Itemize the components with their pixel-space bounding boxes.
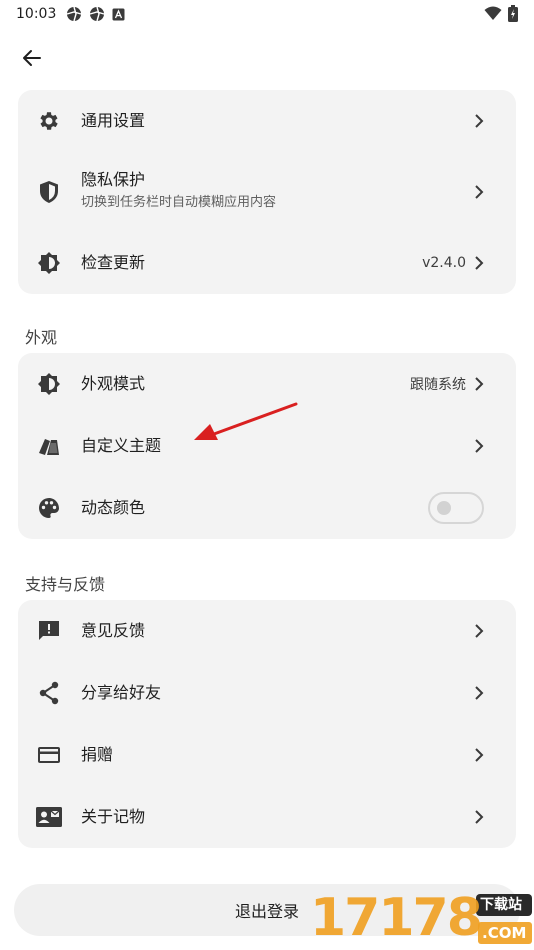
row-trailing [472,624,486,638]
annotation-arrow-icon [194,402,298,440]
battery-charging-icon [508,5,518,22]
chevron-right-icon [475,748,484,762]
row-trailing: 跟随系统 [410,374,486,394]
row-text: 自定义主题 [81,436,161,456]
row-trailing [472,185,486,199]
donate-item[interactable]: 捐赠 [18,724,516,786]
check-update-item[interactable]: 检查更新 v2.4.0 [18,232,516,294]
row-text: 捐赠 [81,745,113,765]
row-title: 意见反馈 [81,621,146,640]
logout-label: 退出登录 [234,902,299,921]
row-title: 通用设置 [81,111,146,130]
dynamic-color-toggle[interactable] [428,492,484,524]
row-subtitle: 切换到任务栏时自动模糊应用内容 [81,195,277,210]
aperture-icon [90,6,105,22]
row-trailing [472,686,486,700]
appearance-section-label: 外观 [25,328,58,347]
chevron-right-icon [475,686,484,700]
appearance-mode-value: 跟随系统 [410,377,466,393]
row-trailing [472,810,486,824]
status-notification-icons [66,6,125,22]
row-trailing: v2.4.0 [422,255,486,271]
brightness-icon [36,250,62,276]
cards-icon [36,433,62,459]
row-title: 捐赠 [81,745,114,764]
card-icon [36,742,62,768]
share-item[interactable]: 分享给好友 [18,662,516,724]
row-trailing [472,748,486,762]
row-trailing [472,114,486,128]
general-settings-item[interactable]: 通用设置 [18,90,516,152]
watermark-suffix: .COM [482,924,527,942]
row-title: 分享给好友 [81,683,162,702]
watermark-number: 17178 [310,888,483,948]
row-title: 自定义主题 [81,436,162,455]
app-notification-icon [112,8,125,20]
watermark-tag: 下载站 [480,897,522,913]
row-title: 外观模式 [81,374,146,393]
chevron-right-icon [475,114,484,128]
row-title: 检查更新 [81,253,146,272]
aperture-icon [67,6,82,22]
row-text: 外观模式 [81,374,145,394]
gear-icon [36,108,62,134]
wifi-icon [484,6,502,20]
shield-icon [36,179,62,205]
chevron-right-icon [475,377,484,391]
palette-icon [36,495,62,521]
chevron-right-icon [475,185,484,199]
privacy-protection-item[interactable]: 隐私保护 切换到任务栏时自动模糊应用内容 [18,162,516,222]
status-time: 10:03 [16,6,57,22]
row-title: 隐私保护 [81,170,146,189]
row-title: 关于记物 [81,807,146,826]
arrow-left-icon [23,50,41,66]
row-text: 动态颜色 [81,498,145,518]
appearance-card: 外观模式 跟随系统 自定义主题 动态颜色 [18,353,516,539]
row-text: 通用设置 [81,111,145,131]
watermark-logo: 17178 下载站 .COM [310,886,532,950]
toggle-knob [437,501,451,515]
row-text: 意见反馈 [81,621,145,641]
row-trailing [472,439,486,453]
share-icon [36,680,62,706]
feedback-icon [36,618,62,644]
chevron-right-icon [475,256,484,270]
support-card: 意见反馈 分享给好友 捐赠 关于记物 [18,600,516,848]
row-text: 检查更新 [81,253,145,273]
row-title: 动态颜色 [81,498,146,517]
status-system-icons [484,5,518,22]
dynamic-color-item[interactable]: 动态颜色 [18,477,516,539]
support-section-label: 支持与反馈 [25,575,106,594]
back-button[interactable] [14,40,50,76]
row-text: 分享给好友 [81,683,161,703]
row-text: 关于记物 [81,807,145,827]
brightness-icon [36,371,62,397]
chevron-right-icon [475,810,484,824]
status-bar: 10:03 [0,0,534,28]
version-value: v2.4.0 [422,255,466,271]
contact-icon [36,804,62,830]
about-item[interactable]: 关于记物 [18,786,516,848]
feedback-item[interactable]: 意见反馈 [18,600,516,662]
chevron-right-icon [475,439,484,453]
general-settings-card: 通用设置 隐私保护 切换到任务栏时自动模糊应用内容 检查更新 v2.4.0 [18,90,516,294]
row-text: 隐私保护 切换到任务栏时自动模糊应用内容 [81,170,276,212]
chevron-right-icon [475,624,484,638]
